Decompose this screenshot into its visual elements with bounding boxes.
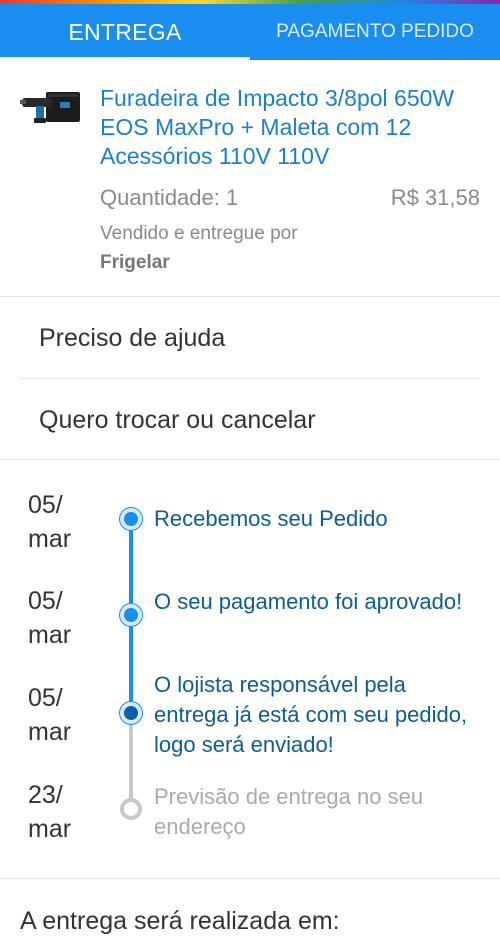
timeline-step-done-icon <box>120 604 142 626</box>
timeline-step-text: O lojista responsável pela entrega já es… <box>154 672 468 757</box>
product-card: Furadeira de Impacto 3/8pol 650W EOS Max… <box>0 60 500 297</box>
timeline-step-text: O seu pagamento foi aprovado! <box>154 589 463 614</box>
product-title-link[interactable]: Furadeira de Impacto 3/8pol 650W EOS Max… <box>100 84 490 171</box>
timeline-step-current-icon <box>120 702 142 724</box>
timeline-date: 05/mar <box>28 684 72 746</box>
product-price: R$ 31,58 <box>390 185 480 210</box>
need-help-button[interactable]: Preciso de ajuda <box>20 298 480 379</box>
timeline-step-text: Previsão de entrega no seu endereço <box>154 784 424 839</box>
timeline-step-done-icon <box>120 508 142 530</box>
delivery-timeline: 05/mar Recebemos seu Pedido 05/mar O seu… <box>0 460 500 878</box>
timeline-date: 05/mar <box>28 587 72 649</box>
product-quantity: Quantidade: 1 <box>100 185 239 210</box>
order-tabs: ENTREGA PAGAMENTO PEDIDO <box>0 4 500 60</box>
timeline-step-pending-icon <box>120 798 142 820</box>
need-help-label: Preciso de ajuda <box>39 323 226 352</box>
tab-entrega[interactable]: ENTREGA <box>0 4 250 60</box>
tab-pagamento-pedido[interactable]: PAGAMENTO PEDIDO <box>250 4 500 60</box>
delivery-address-heading: A entrega será realizada em: <box>20 907 340 935</box>
divider <box>0 878 500 879</box>
timeline-date: 23/mar <box>28 781 72 843</box>
exchange-cancel-label: Quero trocar ou cancelar <box>39 406 316 434</box>
sold-by-label: Vendido e entregue por <box>100 223 298 244</box>
timeline-step-text: Recebemos seu Pedido <box>154 506 388 531</box>
product-image[interactable] <box>20 88 82 128</box>
seller-name: Frigelar <box>100 252 170 273</box>
exchange-cancel-button[interactable]: Quero trocar ou cancelar <box>20 380 480 461</box>
timeline-pending-line <box>129 713 133 809</box>
timeline-date: 05/mar <box>28 491 72 553</box>
